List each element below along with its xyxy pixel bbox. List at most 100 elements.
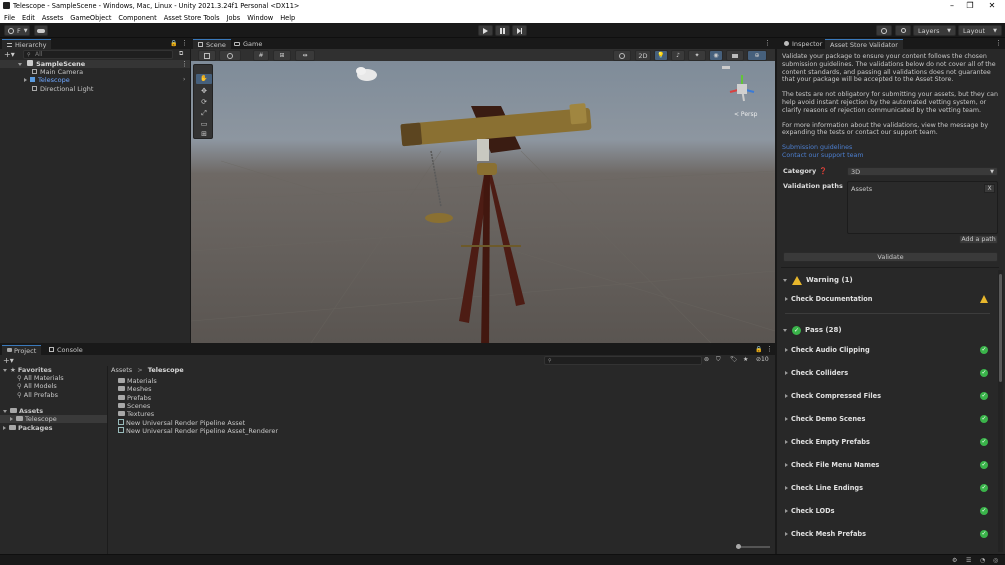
favorite-item[interactable]: ⚲ All Materials — [17, 374, 64, 382]
tab-project[interactable]: Project — [2, 345, 42, 355]
tab-game[interactable]: Game — [229, 39, 267, 49]
help-icon[interactable]: ❓ — [819, 167, 827, 175]
more-options-icon[interactable]: ⋮ — [764, 39, 771, 47]
step-button[interactable] — [512, 25, 527, 36]
hand-tool-icon[interactable]: ✋ — [196, 74, 212, 84]
expand-arrow-icon[interactable] — [785, 297, 788, 301]
hierarchy-item-directional-light[interactable]: Directional Light — [32, 85, 93, 93]
scrollbar-thumb[interactable] — [999, 274, 1002, 382]
tab-console[interactable]: Console — [44, 345, 88, 355]
orientation-gizmo[interactable] — [722, 66, 755, 102]
hidden-packages-toggle[interactable]: ⊘10 — [756, 356, 769, 363]
validator-scrollbar[interactable] — [998, 270, 1003, 552]
pause-button[interactable] — [495, 25, 510, 36]
label-icon[interactable]: 🏷 — [730, 356, 738, 363]
project-file-row[interactable]: New Universal Render Pipeline Asset_Rend… — [118, 427, 278, 435]
draw-mode-dropdown[interactable] — [198, 50, 216, 61]
project-file-row[interactable]: Materials — [118, 377, 157, 385]
warning-item[interactable]: Check Documentation — [785, 290, 995, 308]
gizmos-dropdown[interactable]: ⊕ — [747, 50, 767, 61]
pass-item[interactable]: Check Demo Scenes — [785, 410, 995, 428]
assets-node[interactable]: Assets — [3, 407, 43, 415]
pass-item[interactable]: Check File Menu Names — [785, 456, 995, 474]
camera-gizmo-icon[interactable] — [356, 67, 377, 81]
more-options-icon[interactable]: ⋮ — [995, 39, 1002, 47]
add-path-button[interactable]: Add a path — [959, 235, 998, 244]
menu-window[interactable]: Window — [247, 14, 273, 22]
expand-arrow-icon[interactable] — [785, 394, 788, 398]
hierarchy-item-telescope[interactable]: Telescope — [24, 76, 70, 84]
assets-child-telescope[interactable]: Telescope — [0, 415, 107, 423]
progress-icon[interactable]: ◔ — [980, 557, 985, 564]
cache-server-icon[interactable]: ☰ — [966, 557, 971, 564]
menu-asset-store-tools[interactable]: Asset Store Tools — [164, 14, 220, 22]
scene-viewport[interactable]: < Persp ✋ ✥ ⟳ ⤢ ▭ ⊞ — [191, 61, 775, 343]
slider-handle[interactable] — [736, 544, 741, 549]
maximize-button[interactable]: ❐ — [960, 0, 980, 12]
search-by-label-icon[interactable]: ⛉ — [716, 356, 721, 364]
hidden-objects-toggle[interactable]: ◉ — [709, 50, 723, 61]
submission-guidelines-link[interactable]: Submission guidelines — [782, 144, 1000, 152]
pass-item[interactable]: Check Colliders — [785, 364, 995, 382]
move-tool-icon[interactable]: ✥ — [196, 86, 212, 96]
scene-row[interactable]: SampleScene ⋮ — [0, 60, 190, 68]
hierarchy-search-input[interactable]: ⚲ All — [23, 50, 173, 59]
pass-group-header[interactable]: ✓ Pass (28) — [783, 321, 993, 339]
expand-arrow-icon[interactable] — [785, 486, 788, 490]
telescope-model[interactable] — [400, 103, 592, 343]
expand-arrow-icon[interactable] — [785, 371, 788, 375]
expand-arrow-icon[interactable] — [783, 278, 787, 282]
expand-arrow-icon[interactable] — [10, 417, 13, 421]
expand-arrow-icon[interactable] — [24, 78, 27, 82]
notifications-icon[interactable]: ◎ — [993, 557, 998, 564]
add-icon[interactable]: +▾ — [4, 50, 15, 59]
category-dropdown[interactable]: 3D ▼ — [847, 167, 998, 176]
search-by-type-icon[interactable]: ⊚ — [704, 356, 709, 363]
project-file-row[interactable]: Meshes — [118, 385, 152, 393]
favorite-item[interactable]: ⚲ All Models — [17, 382, 57, 390]
expand-arrow-icon[interactable] — [3, 369, 7, 372]
effects-dropdown[interactable]: ✦ — [688, 50, 706, 61]
hierarchy-item-main-camera[interactable]: Main Camera — [32, 68, 83, 76]
pass-item[interactable]: Check Compressed Files — [785, 387, 995, 405]
project-search-input[interactable]: ⚲ — [544, 356, 702, 365]
tab-scene[interactable]: Scene — [193, 39, 231, 49]
expand-arrow-icon[interactable] — [3, 426, 6, 430]
toggle-2d-button[interactable]: 2D — [635, 50, 651, 61]
lock-icon[interactable]: 🔒 — [170, 40, 177, 47]
expand-arrow-icon[interactable] — [785, 417, 788, 421]
project-file-row[interactable]: Prefabs — [118, 394, 151, 402]
grid-visibility-dropdown[interactable]: ⊞ — [273, 50, 291, 61]
breadcrumb-root[interactable]: Assets — [111, 366, 132, 374]
favorite-star-icon[interactable]: ★ — [743, 356, 748, 363]
search-button[interactable] — [895, 25, 911, 36]
menu-jobs[interactable]: Jobs — [227, 14, 241, 22]
project-file-row[interactable]: New Universal Render Pipeline Asset — [118, 419, 245, 427]
more-options-icon[interactable]: ⋮ — [181, 39, 188, 47]
warning-group-header[interactable]: Warning (1) — [783, 271, 993, 289]
expand-arrow-icon[interactable] — [783, 328, 787, 332]
pass-item[interactable]: Check Mesh Prefabs — [785, 525, 995, 543]
project-file-row[interactable]: Scenes — [118, 402, 150, 410]
cloud-button[interactable] — [34, 25, 48, 36]
pass-item[interactable]: Check Audio Clipping — [785, 341, 995, 359]
menu-help[interactable]: Help — [280, 14, 295, 22]
breadcrumb-current[interactable]: Telescope — [148, 366, 184, 374]
chevron-right-icon[interactable]: › — [183, 76, 185, 83]
account-dropdown[interactable]: F ▼ — [4, 25, 30, 36]
filter-icon[interactable]: ⧉ — [179, 50, 183, 58]
expand-arrow-icon[interactable] — [785, 463, 788, 467]
favorites-node[interactable]: ★ Favorites — [3, 366, 52, 374]
expand-arrow-icon[interactable] — [785, 509, 788, 513]
packages-node[interactable]: Packages — [3, 424, 52, 432]
menu-gameobject[interactable]: GameObject — [70, 14, 111, 22]
expand-arrow-icon[interactable] — [785, 348, 788, 352]
increment-snap-dropdown[interactable]: ⇹ — [295, 50, 315, 61]
tab-hierarchy[interactable]: Hierarchy — [2, 39, 52, 49]
menu-edit[interactable]: Edit — [22, 14, 35, 22]
lock-icon[interactable]: 🔒 — [755, 346, 762, 353]
play-button[interactable] — [478, 25, 493, 36]
rect-tool-icon[interactable]: ▭ — [196, 119, 212, 129]
orientation-dropdown[interactable] — [219, 50, 241, 61]
expand-arrow-icon[interactable] — [785, 532, 788, 536]
